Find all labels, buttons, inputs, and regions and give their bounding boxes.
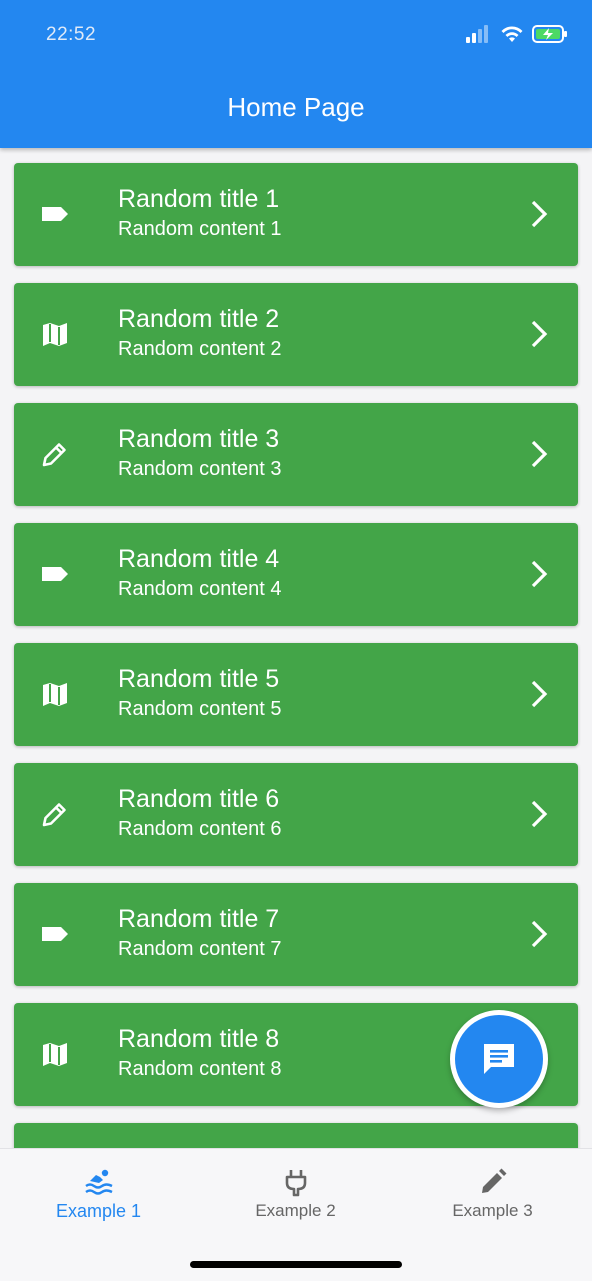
chevron-right-icon [531,440,548,468]
item-content: Random content 2 [118,338,282,360]
pencil-icon [482,1168,507,1193]
page-title: Home Page [227,92,365,122]
item-content: Random content 4 [118,578,282,600]
list-item[interactable]: Random title 3 Random content 3 [14,403,578,506]
chevron-right-icon [531,920,548,948]
nav-example-1[interactable]: Example 1 [0,1149,197,1249]
chevron-right-icon [531,800,548,828]
map-icon [43,1043,67,1066]
chevron-right-icon [531,320,548,348]
item-title: Random title 4 [118,545,280,573]
list-item-partial[interactable] [14,1123,578,1148]
list-item[interactable]: Random title 6 Random content 6 [14,763,578,866]
item-content: Random content 1 [118,218,282,240]
battery-charging-icon [532,25,567,43]
item-content: Random content 5 [118,698,282,720]
item-title: Random title 1 [118,185,280,213]
item-title: Random title 5 [118,665,280,693]
label-icon [42,567,68,581]
map-icon [43,683,67,706]
item-content: Random content 6 [118,818,282,840]
item-title: Random title 8 [118,1025,280,1053]
item-content: Random content 7 [118,938,282,960]
item-title: Random title 7 [118,905,280,933]
chevron-right-icon [531,680,548,708]
signal-icon [466,25,488,43]
item-content: Random content 3 [118,458,282,480]
plug-icon [285,1170,307,1197]
list-item[interactable]: Random title 7 Random content 7 [14,883,578,986]
list-item[interactable]: Random title 4 Random content 4 [14,523,578,626]
list-item[interactable]: Random title 5 Random content 5 [14,643,578,746]
nav-label: Example 1 [55,1201,142,1221]
nav-label: Example 3 [452,1201,533,1220]
nav-example-3[interactable]: Example 3 [394,1149,591,1249]
pencil-icon [42,443,66,467]
wifi-icon [501,26,523,42]
map-icon [43,323,67,346]
item-title: Random title 2 [118,305,280,333]
list-item[interactable]: Random title 2 Random content 2 [14,283,578,386]
item-list: Random title 1 Random content 1 Random t… [0,148,592,1148]
label-icon [42,207,68,221]
chat-icon [484,1044,514,1074]
list-item[interactable]: Random title 1 Random content 1 [14,163,578,266]
chevron-right-icon [531,560,548,588]
pencil-icon [42,803,66,827]
chevron-right-icon [531,200,548,228]
status-time: 22:52 [46,24,97,45]
chat-fab[interactable] [450,1010,548,1108]
label-icon [42,927,68,941]
status-icons [466,24,568,44]
swimming-icon [85,1169,113,1195]
nav-example-2[interactable]: Example 2 [197,1149,394,1249]
home-indicator [190,1261,402,1268]
app-bar: 22:52 Home Page [0,0,592,148]
item-title: Random title 6 [118,785,280,813]
nav-label: Example 2 [255,1201,336,1220]
item-content: Random content 8 [118,1058,282,1080]
item-title: Random title 3 [118,425,280,453]
